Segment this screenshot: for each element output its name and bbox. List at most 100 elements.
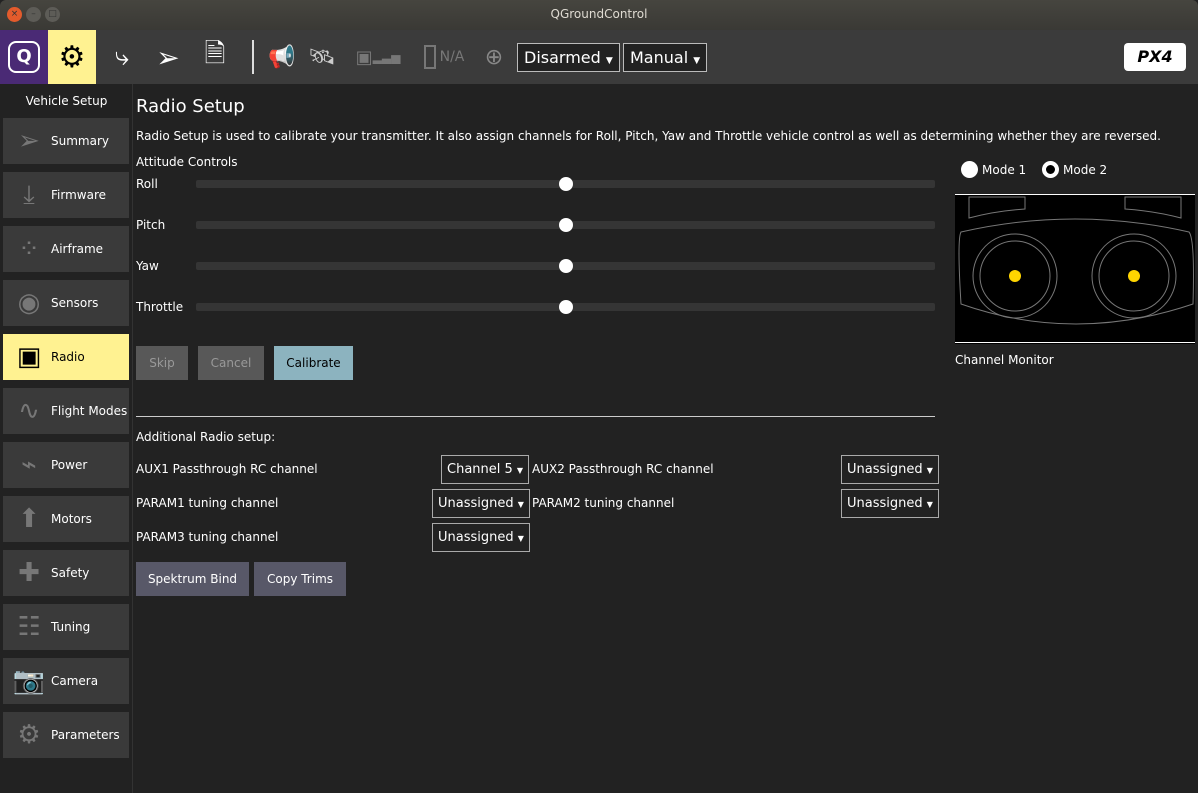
mode-1-radio[interactable]: Mode 1: [961, 161, 1026, 178]
sidebar-item-label: Radio: [51, 350, 85, 364]
channel-indicator: [558, 259, 573, 273]
power-icon: ⌁: [21, 450, 37, 480]
additional-setup-heading: Additional Radio setup:: [136, 430, 276, 444]
document-search-icon: 🗎: [204, 39, 226, 69]
satellite-icon: 🛰: [308, 44, 336, 70]
paper-plane-icon: ➢: [156, 40, 180, 74]
sidebar-item-safety[interactable]: ✚ Safety: [3, 550, 129, 596]
channel-indicator: [558, 177, 573, 191]
rc-rssi-indicator[interactable]: ▣ ▂▃▅: [352, 30, 404, 84]
gps-indicator[interactable]: 🛰: [305, 30, 339, 84]
radio-icon: ▣: [16, 342, 42, 372]
mode-1-label: Mode 1: [982, 162, 1027, 177]
section-divider: [136, 416, 935, 417]
plan-view-button[interactable]: ⤷: [100, 30, 144, 84]
copy-trims-button[interactable]: Copy Trims: [254, 562, 346, 596]
caret-down-icon: ▼: [605, 56, 613, 66]
param1-label: PARAM1 tuning channel: [136, 496, 279, 510]
toolbar-divider: [252, 40, 254, 74]
caret-down-icon: ▼: [926, 466, 933, 475]
sidebar-item-label: Airframe: [51, 242, 104, 256]
channel-indicator: [558, 300, 573, 314]
toolbar: Q ⚙ ⤷ ➢ 🗎 📢 🛰 ▣ ▂▃▅ N/A ⊕ Disarmed ▼ Manu…: [0, 30, 1198, 84]
qgc-logo-button[interactable]: Q: [0, 30, 48, 84]
param2-label: PARAM2 tuning channel: [532, 496, 675, 510]
page-description: Radio Setup is used to calibrate your tr…: [136, 129, 1161, 143]
sidebar-item-label: Camera: [51, 674, 99, 688]
qgc-logo-icon: Q: [8, 41, 40, 73]
megaphone-icon: 📢: [268, 44, 296, 70]
sidebar-item-flight-modes[interactable]: ∿ Flight Modes: [3, 388, 129, 434]
camera-icon: 📷: [12, 666, 46, 696]
sensors-icon: ◉: [17, 288, 41, 318]
sidebar-item-label: Safety: [51, 566, 90, 580]
sidebar-item-parameters[interactable]: ⚙ Parameters: [3, 712, 129, 758]
fly-view-button[interactable]: ➢: [146, 30, 190, 84]
calibrate-button[interactable]: Calibrate: [274, 346, 353, 380]
title-bar: × – □ QGroundControl: [0, 0, 1198, 30]
safety-icon: ✚: [18, 558, 40, 588]
param2-channel-combo[interactable]: Unassigned ▼: [841, 489, 939, 518]
channel-label: Throttle: [136, 300, 184, 314]
param1-channel-combo[interactable]: Unassigned ▼: [432, 489, 530, 518]
gears-icon: ⚙: [58, 39, 86, 75]
airframe-icon: ⁘: [18, 234, 40, 264]
caret-down-icon: ▼: [926, 500, 933, 509]
channel-label: Yaw: [136, 259, 159, 273]
sidebar-item-label: Motors: [51, 512, 92, 526]
route-icon: ⤷: [114, 41, 130, 72]
arm-state-dropdown[interactable]: Disarmed ▼: [517, 43, 620, 72]
download-icon: ⤓: [23, 179, 35, 210]
sidebar-item-radio[interactable]: ▣ Radio: [3, 334, 129, 380]
spektrum-bind-button[interactable]: Spektrum Bind: [136, 562, 249, 596]
rtk-indicator[interactable]: ⊕: [478, 30, 510, 84]
messages-indicator[interactable]: 📢: [265, 30, 299, 84]
channel-throttle-slider: [196, 300, 935, 314]
window-title: QGroundControl: [550, 7, 648, 21]
sidebar-item-sensors[interactable]: ◉ Sensors: [3, 280, 129, 326]
parameters-icon: ⚙: [17, 720, 41, 750]
rc-transmitter-icon: ▣: [355, 46, 373, 68]
sidebar-item-label: Power: [51, 458, 88, 472]
sidebar: Vehicle Setup ➢ Summary ⤓ Firmware ⁘ Airframe…: [0, 84, 133, 793]
param3-channel-combo[interactable]: Unassigned ▼: [432, 523, 530, 552]
caret-down-icon: ▼: [516, 466, 524, 475]
sidebar-item-motors[interactable]: ⬆ Motors: [3, 496, 129, 542]
channel-label: Roll: [136, 177, 158, 191]
aux2-channel-combo[interactable]: Unassigned ▼: [841, 455, 939, 484]
battery-icon: [423, 45, 436, 69]
right-stick-dot: [1128, 270, 1140, 282]
param1-value: Unassigned: [438, 496, 514, 511]
sidebar-title: Vehicle Setup: [25, 94, 108, 108]
radio-unchecked-icon: [961, 161, 978, 178]
flight-mode-dropdown[interactable]: Manual ▼: [623, 43, 708, 72]
sidebar-item-tuning[interactable]: ☷ Tuning: [3, 604, 129, 650]
flight-modes-icon: ∿: [18, 396, 40, 426]
sidebar-item-airframe[interactable]: ⁘ Airframe: [3, 226, 129, 272]
skip-button[interactable]: Skip: [136, 346, 188, 380]
sidebar-item-label: Parameters: [51, 728, 120, 742]
sidebar-item-label: Tuning: [51, 620, 91, 634]
caret-down-icon: ▼: [517, 534, 524, 543]
param3-label: PARAM3 tuning channel: [136, 530, 279, 544]
mode-2-radio[interactable]: Mode 2: [1042, 161, 1107, 178]
sidebar-item-power[interactable]: ⌁ Power: [3, 442, 129, 488]
transmitter-stick-monitor: [955, 194, 1195, 344]
motors-icon: ⬆: [18, 504, 40, 534]
aux1-channel-combo[interactable]: Channel 5 ▼: [441, 455, 530, 484]
sidebar-item-firmware[interactable]: ⤓ Firmware: [3, 172, 129, 218]
channel-monitor-label: Channel Monitor: [955, 353, 1054, 367]
cancel-button[interactable]: Cancel: [198, 346, 264, 380]
channel-label: Pitch: [136, 218, 166, 232]
page-title: Radio Setup: [136, 96, 245, 117]
sidebar-item-label: Summary: [51, 134, 109, 148]
channel-roll-slider: [196, 177, 935, 191]
analyze-view-button[interactable]: 🗎: [195, 30, 235, 84]
sidebar-item-camera[interactable]: 📷 Camera: [3, 658, 129, 704]
left-stick-dot: [1009, 270, 1021, 282]
attitude-controls-heading: Attitude Controls: [136, 155, 238, 169]
crosshair-icon: ⊕: [484, 44, 504, 70]
battery-indicator[interactable]: N/A: [416, 30, 472, 84]
vehicle-setup-button[interactable]: ⚙: [48, 30, 96, 84]
sidebar-item-summary[interactable]: ➢ Summary: [3, 118, 129, 164]
